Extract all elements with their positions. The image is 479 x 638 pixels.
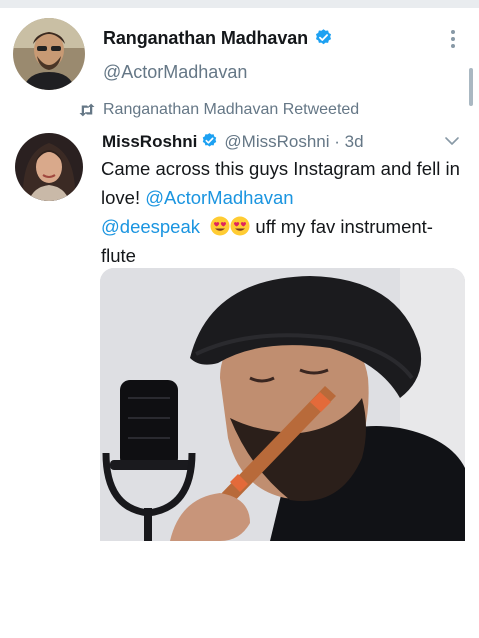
mention-link[interactable]: @ActorMadhavan (145, 187, 293, 208)
heart-eyes-emoji-icon (210, 216, 230, 236)
retweet-icon (79, 103, 95, 117)
heart-eyes-emoji-icon (230, 216, 250, 236)
retweet-label: Ranganathan Madhavan Retweeted (103, 101, 360, 118)
person-avatar-icon (13, 18, 85, 90)
profile-handle[interactable]: @ActorMadhavan (103, 62, 247, 83)
tweet-text: Came across this guys Instagram and fell… (101, 154, 461, 270)
mention-link[interactable]: @deespeak (101, 216, 200, 237)
scrollbar-thumb[interactable] (469, 68, 473, 106)
meta-separator: · (334, 132, 340, 151)
tweet-media-photo[interactable] (100, 268, 465, 541)
tweet-timestamp[interactable]: 3d (345, 132, 364, 151)
tweet-author-name[interactable]: MissRoshni (102, 132, 197, 151)
profile-avatar[interactable] (13, 18, 85, 90)
verified-badge-icon (316, 29, 332, 45)
tweet-author-avatar[interactable] (15, 133, 83, 201)
tweet-author-handle[interactable]: @MissRoshni (224, 132, 329, 151)
profile-name-text: Ranganathan Madhavan (103, 28, 309, 48)
profile-header: Ranganathan Madhavan @ActorMadhavan (0, 8, 479, 106)
person-avatar-icon (15, 133, 83, 201)
chevron-down-icon[interactable] (444, 135, 460, 147)
status-strip (0, 0, 479, 8)
tweet-header: MissRoshni @MissRoshni · 3d (102, 132, 364, 152)
photo-flute-player-icon (100, 268, 465, 541)
more-vertical-icon[interactable] (447, 30, 459, 52)
profile-name[interactable]: Ranganathan Madhavan (103, 28, 333, 49)
verified-badge-icon (203, 133, 217, 147)
